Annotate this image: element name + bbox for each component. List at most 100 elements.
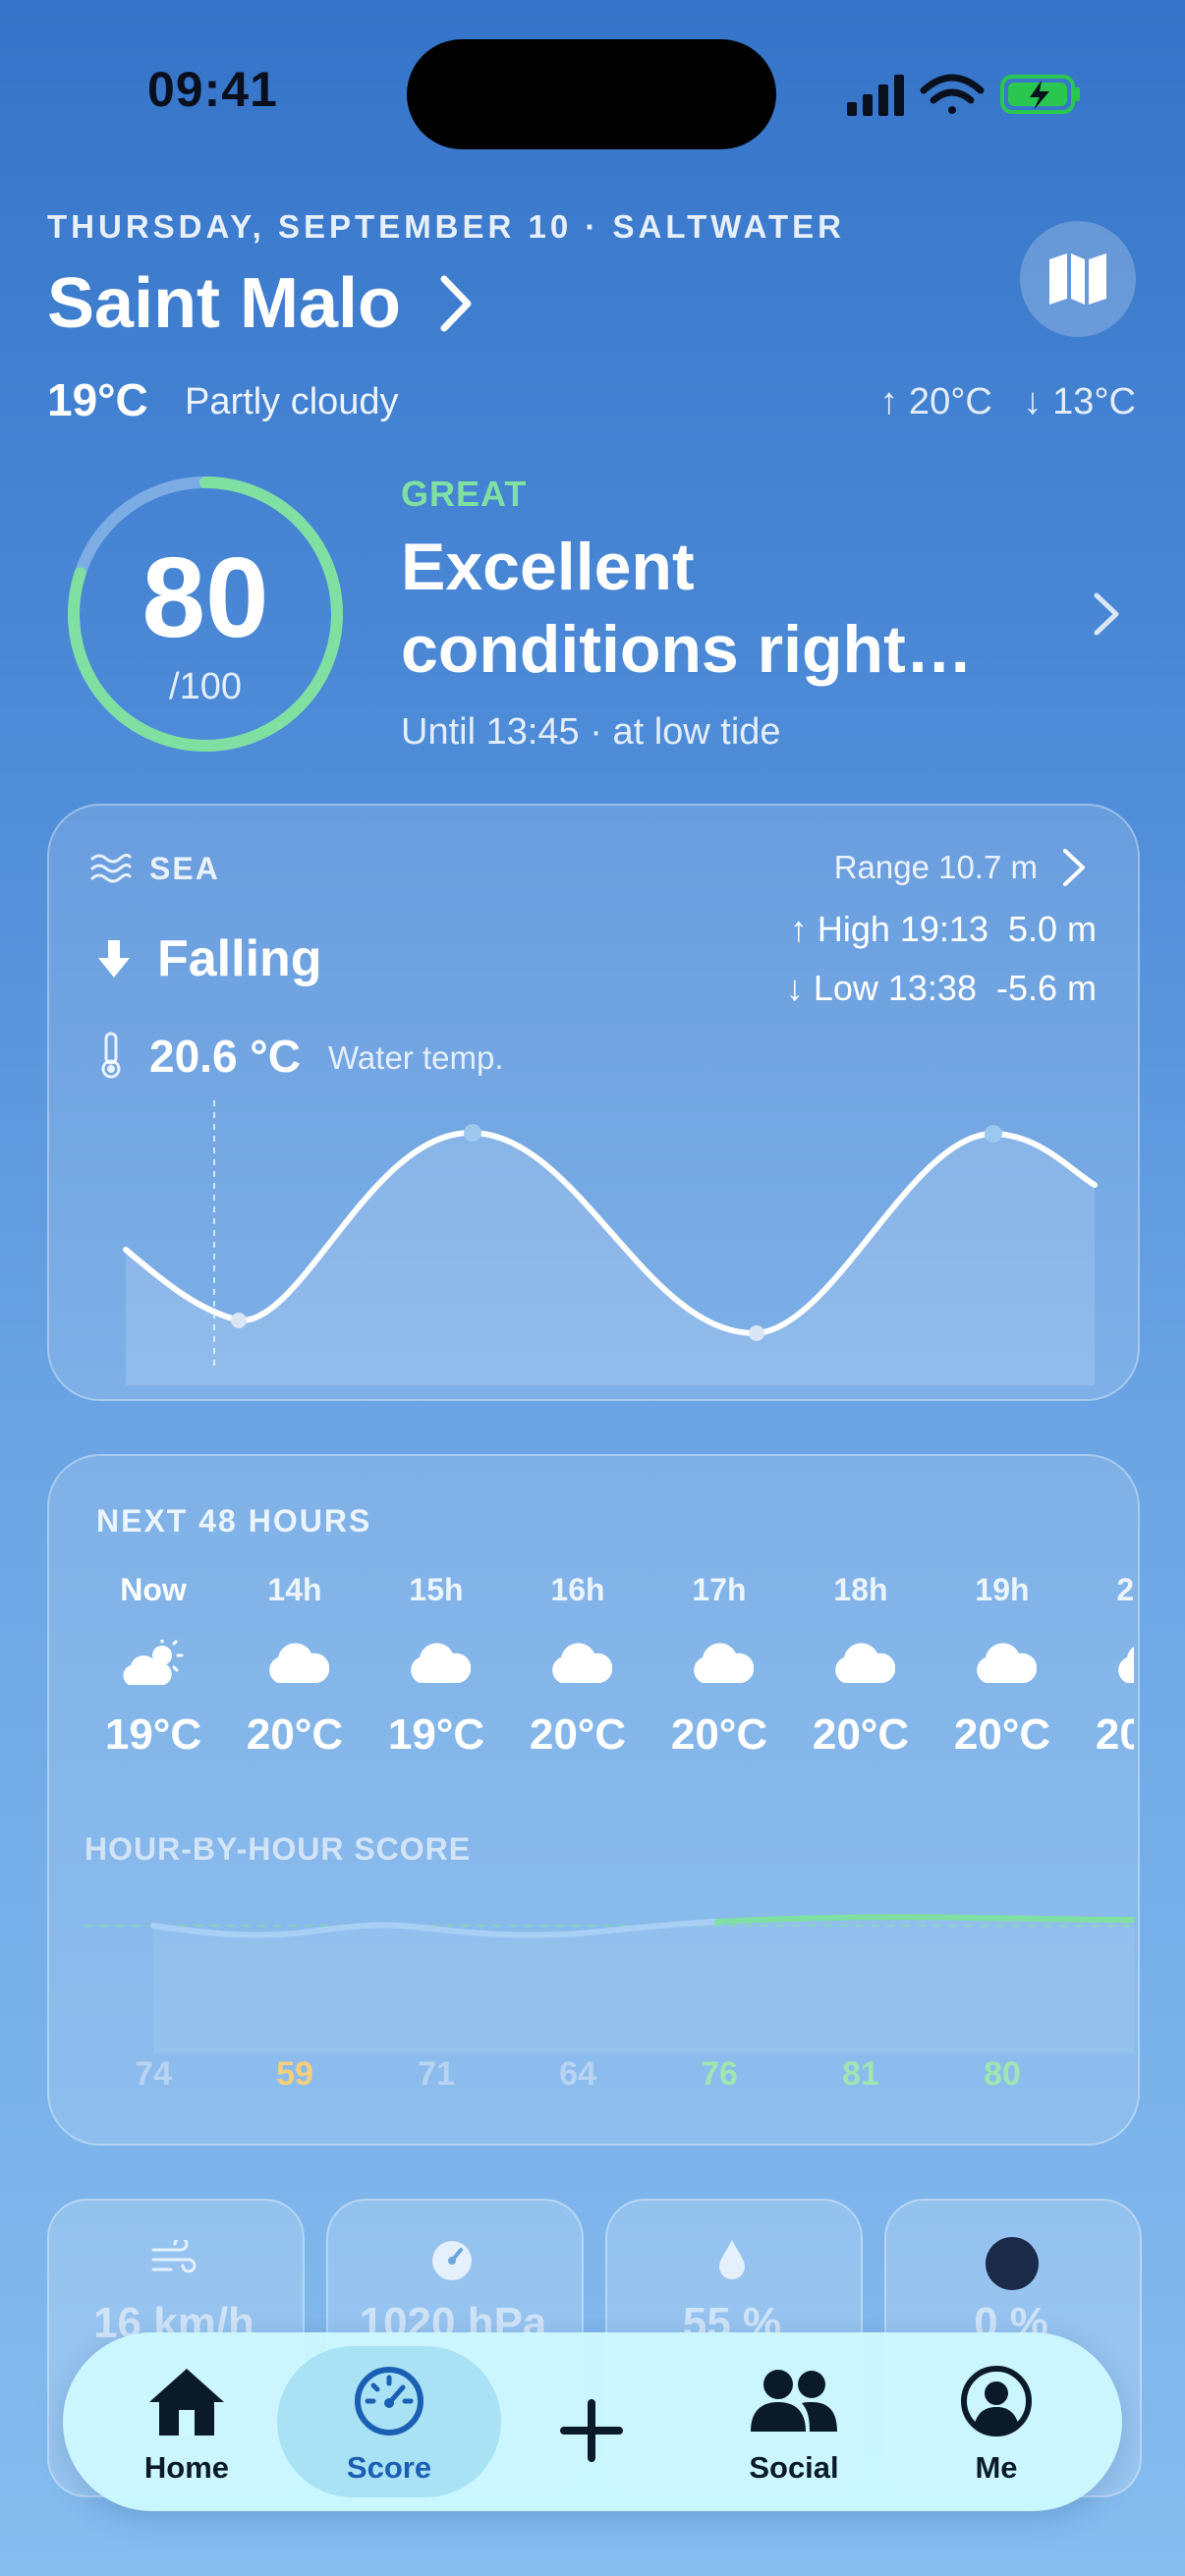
- plus-icon: [560, 2399, 623, 2462]
- hour-temperature: 20°C: [246, 1710, 344, 1759]
- hour-temperature: 20°C: [670, 1710, 768, 1759]
- score-subtitle: Until 13:45 · at low tide: [401, 711, 781, 753]
- hour-score: 81: [842, 2055, 879, 2093]
- speedometer-icon: [355, 2367, 423, 2436]
- hour-score: 7: [1073, 2055, 1134, 2094]
- hour-item[interactable]: 20h 20°C: [1073, 1572, 1134, 1760]
- hour-label: 16h: [550, 1572, 605, 1607]
- chevron-right-icon[interactable]: [1089, 589, 1124, 639]
- signal-icon: [847, 75, 904, 116]
- tab-add[interactable]: [503, 2362, 680, 2499]
- water-temperature: 20.6 °C: [149, 1031, 301, 1082]
- tab-home[interactable]: Home: [98, 2362, 275, 2486]
- map-button[interactable]: [1020, 221, 1136, 337]
- hour-item[interactable]: 19h 20°C: [931, 1572, 1073, 1760]
- hour-label: 17h: [692, 1572, 747, 1607]
- chevron-right-icon: [440, 275, 472, 332]
- hour-score: 80: [984, 2055, 1021, 2093]
- sea-title: SEA: [149, 851, 220, 886]
- low-tide: ↓ Low 13:38 -5.6 m: [785, 968, 1097, 1008]
- current-condition: Partly cloudy: [185, 381, 399, 422]
- hour-score: 64: [559, 2055, 596, 2093]
- home-icon: [149, 2369, 224, 2436]
- tab-me[interactable]: Me: [908, 2362, 1085, 2486]
- hourly-score-chart: [85, 1914, 1134, 2053]
- hour-label: 19h: [975, 1572, 1030, 1607]
- cloud-icon: [411, 1643, 471, 1683]
- tide-low-point: [231, 1313, 247, 1328]
- hourly-score-row: 74 59 71 64 76 81 80 7: [49, 2055, 1134, 2104]
- tab-label: Score: [346, 2450, 432, 2485]
- chevron-right-icon[interactable]: [1059, 845, 1089, 890]
- map-icon: [1049, 253, 1106, 305]
- forecast-title: NEXT 48 HOURS: [96, 1503, 372, 1539]
- battery-icon: [1000, 75, 1080, 114]
- partly-sunny-icon: [123, 1640, 184, 1685]
- score-label: GREAT: [401, 474, 528, 514]
- wind-icon: [151, 2240, 197, 2273]
- humidity-drop-icon: [719, 2240, 745, 2279]
- tide-state: Falling: [157, 930, 322, 987]
- cloud-icon: [269, 1643, 329, 1683]
- score-max: /100: [169, 666, 242, 707]
- date-line: THURSDAY, SEPTEMBER 10 · SALTWATER: [47, 208, 845, 245]
- high-temp: ↑ 20°C: [879, 381, 992, 422]
- low-temp: ↓ 13°C: [1023, 381, 1136, 422]
- dynamic-island: [407, 39, 776, 149]
- tab-label: Home: [143, 2450, 230, 2485]
- cloud-icon: [977, 1643, 1037, 1683]
- status-time: 09:41: [147, 62, 278, 117]
- hour-score: 59: [276, 2055, 313, 2093]
- tab-label: Social: [749, 2450, 839, 2485]
- score-headline[interactable]: Excellent conditions right…: [401, 526, 1030, 691]
- hour-temperature: 20°C: [1095, 1710, 1134, 1759]
- people-icon: [751, 2370, 837, 2432]
- hour-score: 71: [418, 2055, 455, 2093]
- hour-temperature: 20°C: [953, 1710, 1051, 1759]
- hour-item[interactable]: 17h 20°C: [649, 1572, 790, 1760]
- waves-icon: [90, 853, 132, 883]
- hour-item[interactable]: 14h 20°C: [224, 1572, 366, 1760]
- tab-social[interactable]: Social: [705, 2362, 882, 2486]
- score-value: 80: [141, 533, 269, 661]
- cloud-icon: [835, 1643, 895, 1683]
- water-temperature-label: Water temp.: [328, 1039, 504, 1076]
- score-area: [153, 1918, 1134, 2053]
- thermometer-icon: [101, 1032, 121, 1079]
- cloud-icon: [694, 1643, 754, 1683]
- high-low-temperature: ↑ 20°C ↓ 13°C: [879, 381, 1136, 423]
- current-temperature: 19°C: [47, 374, 148, 425]
- arrow-down-icon: [98, 940, 130, 978]
- sea-range: Range 10.7 m: [833, 849, 1038, 885]
- cloud-icon: [552, 1643, 612, 1683]
- hourly-score-title: HOUR-BY-HOUR SCORE: [85, 1831, 472, 1867]
- hour-label: 18h: [833, 1572, 888, 1607]
- hour-label: 14h: [267, 1572, 322, 1607]
- hour-item[interactable]: 18h 20°C: [790, 1572, 931, 1760]
- hour-item[interactable]: 15h 19°C: [366, 1572, 507, 1760]
- tab-label: Me: [975, 2450, 1018, 2485]
- hour-label: 20h: [1116, 1572, 1134, 1607]
- hour-score: 74: [135, 2055, 172, 2093]
- wifi-icon: [920, 74, 985, 114]
- tide-chart: [123, 1100, 1098, 1385]
- hour-temperature: 19°C: [104, 1710, 202, 1759]
- moon-icon: [986, 2237, 1039, 2290]
- hourly-forecast-row[interactable]: Now 19°C 14h 20°C 15h 19°C 16h 20°C 17h 20°C 18h 20…: [49, 1572, 1134, 1788]
- status-icons: [847, 71, 1083, 120]
- hour-label: Now: [120, 1572, 187, 1607]
- user-circle-icon: [961, 2366, 1032, 2436]
- hour-temperature: 19°C: [387, 1710, 485, 1759]
- hour-score: 76: [701, 2055, 738, 2093]
- tab-score[interactable]: Score: [301, 2362, 478, 2486]
- tide-curve-area: [126, 1132, 1095, 1385]
- hour-temperature: 20°C: [812, 1710, 910, 1759]
- hour-item[interactable]: 16h 20°C: [507, 1572, 649, 1760]
- location-selector[interactable]: Saint Malo: [47, 263, 485, 344]
- pressure-gauge-icon: [432, 2241, 472, 2280]
- tide-high-point: [985, 1125, 1002, 1143]
- tide-high-point: [464, 1124, 481, 1142]
- high-tide: ↑ High 19:13 5.0 m: [789, 909, 1097, 949]
- hour-item[interactable]: Now 19°C: [83, 1572, 224, 1760]
- hour-label: 15h: [409, 1572, 464, 1607]
